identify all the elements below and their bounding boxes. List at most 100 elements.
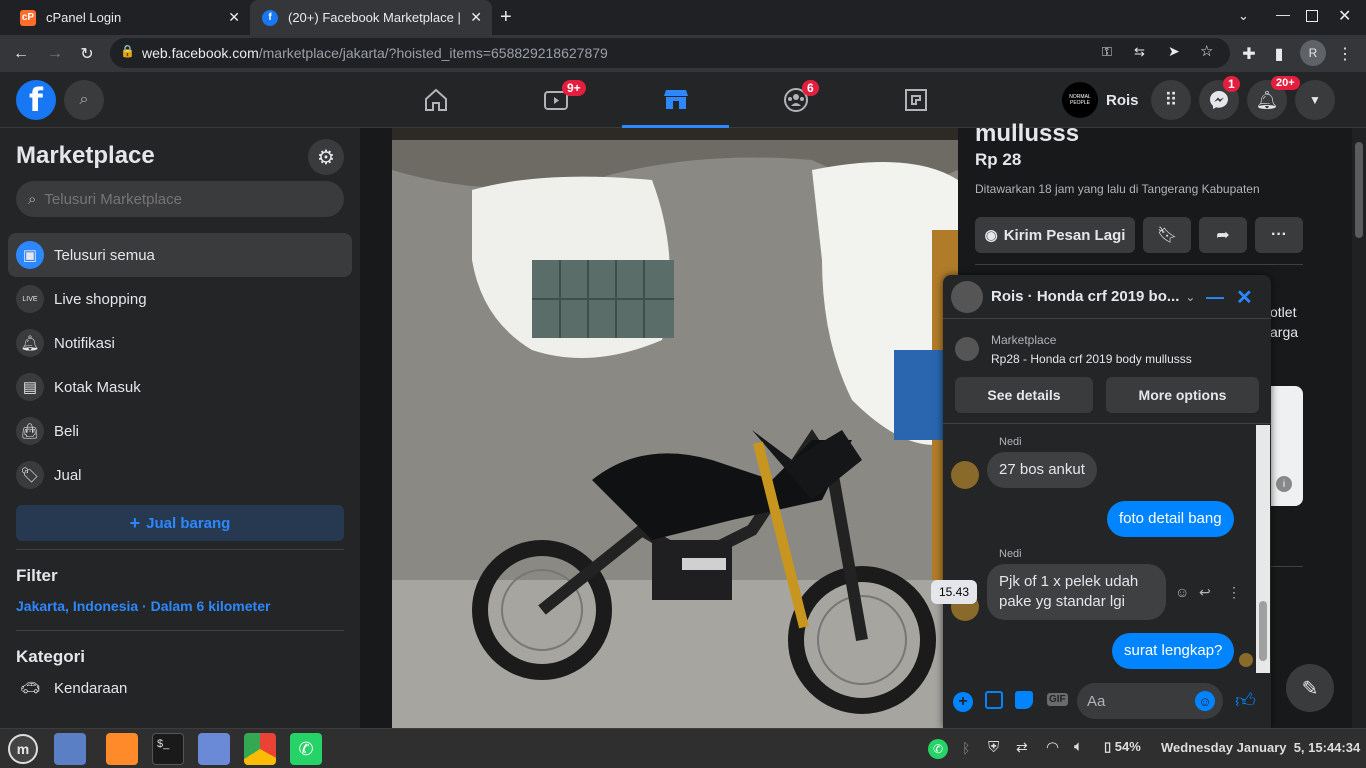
bag-icon: 👜︎	[16, 417, 44, 445]
facebook-logo-icon[interactable]: f	[16, 80, 56, 120]
message-input[interactable]: Aa ☺	[1077, 683, 1223, 719]
plus-circle-icon[interactable]: +	[953, 692, 973, 712]
volume-icon[interactable]: 🔈︎	[1074, 738, 1083, 755]
terminal-icon[interactable]: $_	[152, 733, 184, 765]
message-bubble[interactable]: Pjk of 1 x pelek udah pake yg standar lg…	[987, 564, 1166, 620]
scrollbar-thumb[interactable]	[1355, 142, 1363, 238]
search-input[interactable]	[44, 190, 315, 208]
message-bubble[interactable]: surat lengkap?	[1112, 633, 1235, 669]
chat-scrollbar[interactable]	[1256, 425, 1270, 673]
sidebar-item-buy[interactable]: 👜︎ Beli	[8, 409, 352, 453]
close-icon[interactable]: ✕	[228, 9, 240, 26]
chevron-down-icon[interactable]: ⌄	[1185, 290, 1195, 304]
save-button[interactable]: 🔖︎	[1143, 217, 1191, 253]
clock[interactable]: Wednesday January 5, 15:44:34	[1161, 740, 1360, 755]
scrollbar-thumb[interactable]	[1259, 601, 1267, 661]
gif-icon[interactable]: GIF	[1047, 693, 1068, 706]
files-icon[interactable]	[198, 733, 230, 765]
nav-marketplace[interactable]	[622, 72, 729, 128]
nav-gaming[interactable]	[862, 72, 969, 128]
reload-icon[interactable]: ↻	[74, 41, 100, 67]
message-bubble[interactable]: 27 bos ankut	[987, 452, 1097, 488]
translate-icon[interactable]: ⇆	[1134, 44, 1145, 60]
sidebar-item-browse-all[interactable]: ▣ Telusuri semua	[8, 233, 352, 277]
sender-avatar	[951, 461, 979, 489]
sender-name: Nedi	[999, 548, 1022, 560]
thumbs-up-icon[interactable]: 👍︎	[1235, 689, 1256, 713]
desktop-icon[interactable]	[54, 733, 86, 765]
whatsapp-tray-icon[interactable]: ✆	[928, 739, 948, 759]
location-map[interactable]: i	[1266, 386, 1303, 506]
chrome-icon[interactable]	[244, 733, 276, 765]
back-icon[interactable]: ←	[8, 41, 34, 67]
wifi-icon[interactable]: ◠	[1046, 738, 1059, 756]
emoji-icon[interactable]: ☺	[1195, 691, 1215, 711]
account-dropdown-icon[interactable]: ▼	[1295, 80, 1335, 120]
listing-photo[interactable]	[392, 140, 958, 728]
settings-gear-icon[interactable]: ⚙	[308, 139, 344, 175]
more-options-button[interactable]: More options	[1106, 377, 1259, 413]
bookmark-star-icon[interactable]: ☆	[1200, 42, 1213, 60]
url-host: web.facebook.com	[142, 45, 259, 61]
chat-title: Rois · Honda crf 2019 bo...	[991, 288, 1180, 305]
messenger-icon[interactable]: 1	[1199, 76, 1240, 120]
new-message-button[interactable]: ✎	[1286, 664, 1334, 712]
network-icon[interactable]: ⇄	[1016, 739, 1028, 756]
send-icon[interactable]: ➤	[1168, 43, 1180, 60]
forward-icon[interactable]: →	[42, 41, 68, 67]
watch-badge: 9+	[562, 80, 586, 96]
chevron-down-icon[interactable]: ⌄	[1238, 8, 1249, 24]
firefox-icon[interactable]	[106, 733, 138, 765]
sidebar-item-notifications[interactable]: 🔔︎ Notifikasi	[8, 321, 352, 365]
minimize-icon[interactable]: —	[1276, 6, 1290, 22]
tab-cpanel[interactable]: cP cPanel Login ✕	[8, 0, 250, 35]
message-bubble[interactable]: foto detail bang	[1107, 501, 1234, 537]
reading-mode-icon[interactable]: ▮	[1266, 41, 1292, 67]
battery-status[interactable]: ▯ 54%	[1104, 739, 1141, 755]
search-icon[interactable]: ⌕	[64, 80, 104, 120]
mint-menu-icon[interactable]: m	[8, 734, 38, 764]
photo-icon[interactable]	[985, 691, 1003, 709]
sidebar-item-inbox[interactable]: ▤ Kotak Masuk	[8, 365, 352, 409]
maximize-icon[interactable]	[1306, 10, 1318, 22]
profile-avatar[interactable]: R	[1300, 40, 1326, 66]
key-icon[interactable]: ⚿	[1102, 44, 1112, 60]
inbox-icon: ▤	[16, 373, 44, 401]
send-message-again-button[interactable]: ◉ Kirim Pesan Lagi	[975, 217, 1135, 253]
info-icon[interactable]: i	[1276, 476, 1292, 492]
sticker-icon[interactable]	[1015, 691, 1033, 709]
sell-item-button[interactable]: + Jual barang	[16, 505, 344, 541]
new-tab-icon[interactable]: +	[500, 6, 512, 29]
menu-grid-icon[interactable]: ⠿	[1151, 80, 1191, 120]
nav-home[interactable]	[382, 72, 489, 128]
share-button[interactable]: ➦	[1199, 217, 1247, 253]
address-bar[interactable]: 🔒 web.facebook.com/marketplace/jakarta/?…	[110, 38, 1230, 68]
menu-kebab-icon[interactable]: ⋮	[1332, 41, 1358, 67]
more-dots-icon: ···	[1271, 226, 1287, 243]
page-scrollbar[interactable]	[1352, 128, 1366, 728]
shield-icon[interactable]: ⛨	[988, 739, 999, 756]
more-vertical-icon[interactable]: ⋮	[1227, 584, 1241, 601]
whatsapp-icon[interactable]: ✆	[290, 733, 322, 765]
marketplace-search[interactable]: ⌕	[16, 181, 344, 217]
sidebar-item-sell[interactable]: 🏷︎ Jual	[8, 453, 352, 497]
notifications-bell-icon[interactable]: 🔔︎ 20+	[1247, 76, 1300, 120]
reply-icon[interactable]: ↩	[1199, 584, 1211, 601]
react-emoji-icon[interactable]: ☺	[1175, 584, 1189, 600]
extensions-icon[interactable]: ✚	[1236, 41, 1262, 67]
tab-facebook[interactable]: f (20+) Facebook Marketplace | ✕	[250, 0, 492, 35]
more-button[interactable]: ···	[1255, 217, 1303, 253]
page-title: Marketplace	[16, 142, 155, 169]
sidebar-item-live-shopping[interactable]: LIVE Live shopping	[8, 277, 352, 321]
minimize-icon[interactable]: —	[1206, 287, 1224, 308]
profile-link[interactable]: NORMAL PEOPLE Rois	[1062, 82, 1139, 118]
close-window-icon[interactable]: ✕	[1338, 6, 1351, 26]
nav-watch[interactable]: 9+	[502, 72, 609, 128]
nav-groups[interactable]: 6	[742, 72, 849, 128]
location-filter-link[interactable]: Jakarta, Indonesia · Dalam 6 kilometer	[16, 598, 270, 614]
bluetooth-icon[interactable]: ᛒ	[962, 740, 970, 756]
close-icon[interactable]: ✕	[470, 9, 482, 26]
sidebar-item-vehicles[interactable]: 🚗︎ Kendaraan	[8, 666, 352, 710]
close-icon[interactable]: ✕	[1236, 285, 1253, 310]
see-details-button[interactable]: See details	[955, 377, 1093, 413]
